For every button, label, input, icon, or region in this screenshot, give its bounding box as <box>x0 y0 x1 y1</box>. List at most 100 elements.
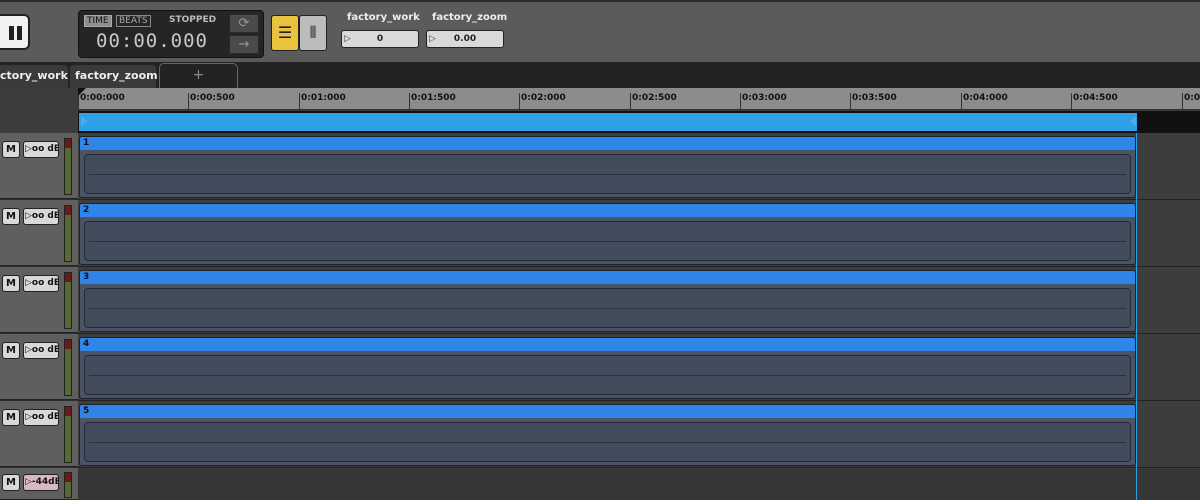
track-header: M ▷oo dB <box>0 133 78 199</box>
ruler-label: 0:02:500 <box>632 93 677 103</box>
ruler-label: 0:0 <box>1184 93 1200 103</box>
marker-value-zoom: 0.00 <box>453 34 477 44</box>
transport-clock: TIME BEATS STOPPED 00:00.000 ⟳ → <box>78 10 264 58</box>
track-header: M ▷oo dB <box>0 334 78 400</box>
level-meter <box>64 138 72 195</box>
track-header: M ▷oo dB <box>0 267 78 333</box>
peak-indicator <box>65 340 71 349</box>
peak-indicator <box>65 407 71 416</box>
level-meter <box>64 205 72 262</box>
timeline-lanes[interactable]: 1 2 3 4 5 <box>78 133 1200 500</box>
tab-factory-work[interactable]: ctory_work <box>0 65 68 88</box>
peak-indicator <box>65 473 71 482</box>
waveform <box>84 355 1131 395</box>
audio-region[interactable]: 2 <box>79 203 1136 265</box>
range-start-handle[interactable] <box>81 116 87 126</box>
ruler-label: 0:02:000 <box>521 93 566 103</box>
ruler-tick <box>188 93 189 110</box>
mute-button[interactable]: M <box>2 409 20 426</box>
region-label: 4 <box>80 338 1135 351</box>
gain-button[interactable]: ▷oo dB <box>23 409 59 426</box>
level-meter <box>64 406 72 463</box>
ruler-tick <box>1071 93 1072 110</box>
ruler-tick <box>961 93 962 110</box>
peak-indicator <box>65 206 71 215</box>
track-lane[interactable]: 3 <box>78 267 1200 334</box>
level-meter <box>64 339 72 396</box>
beats-mode-button[interactable]: BEATS <box>116 15 151 27</box>
waveform-baseline <box>89 442 1126 443</box>
track-lane[interactable]: 4 <box>78 334 1200 401</box>
daw-window: TIME BEATS STOPPED 00:00.000 ⟳ → ☰ ⦀ fac… <box>0 0 1200 500</box>
toolbar: TIME BEATS STOPPED 00:00.000 ⟳ → ☰ ⦀ fac… <box>0 0 1200 62</box>
ruler-tick <box>409 93 410 110</box>
grid-view-button[interactable]: ⦀ <box>299 15 327 51</box>
time-mode-button[interactable]: TIME <box>84 15 112 27</box>
marker-value-work: 0 <box>376 34 384 44</box>
track-header: M ▷oo dB <box>0 401 78 467</box>
time-ruler[interactable]: 0:00:000 0:00:500 0:01:000 0:01:500 0:02… <box>78 88 1200 110</box>
region-label: 5 <box>80 405 1135 418</box>
ruler-tick <box>740 93 741 110</box>
empty-track-lane[interactable] <box>78 469 1200 500</box>
mute-button[interactable]: M <box>2 208 20 225</box>
loop-range-bar[interactable] <box>78 111 1200 133</box>
ruler-label: 0:03:000 <box>742 93 787 103</box>
tab-factory-zoom[interactable]: factory_zoom <box>70 65 158 88</box>
waveform-baseline <box>89 375 1126 376</box>
audio-region[interactable]: 1 <box>79 136 1136 198</box>
play-icon: ▷ <box>344 34 351 44</box>
audio-region[interactable]: 3 <box>79 270 1136 332</box>
range-end-handle[interactable] <box>1130 116 1136 126</box>
audio-region[interactable]: 5 <box>79 404 1136 466</box>
loop-icon[interactable]: ⟳ <box>229 14 259 33</box>
gain-button[interactable]: ▷oo dB <box>23 275 59 292</box>
pause-icon <box>9 26 14 40</box>
pause-icon-bar <box>17 26 22 40</box>
level-meter <box>64 472 72 498</box>
mute-button[interactable]: M <box>2 474 20 491</box>
session-end-line <box>1136 133 1137 500</box>
track-lane[interactable]: 2 <box>78 200 1200 267</box>
mute-button[interactable]: M <box>2 141 20 158</box>
session-tabs: ctory_work factory_zoom + <box>0 62 1200 88</box>
arrow-right-icon[interactable]: → <box>229 35 259 54</box>
waveform-baseline <box>89 241 1126 242</box>
waveform <box>84 221 1131 261</box>
mute-button[interactable]: M <box>2 342 20 359</box>
ruler-label: 0:04:000 <box>963 93 1008 103</box>
audio-region[interactable]: 4 <box>79 337 1136 399</box>
playhead-marker[interactable] <box>78 88 86 96</box>
ruler-tick <box>299 93 300 110</box>
marker-label-work: factory_work <box>347 12 420 23</box>
gain-button[interactable]: ▷oo dB <box>23 141 59 158</box>
track-header: M ▷-44dB <box>0 468 78 500</box>
marker-field-zoom[interactable]: ▷ 0.00 <box>426 30 504 48</box>
level-meter <box>64 272 72 329</box>
gain-button[interactable]: ▷oo dB <box>23 208 59 225</box>
peak-indicator <box>65 139 71 148</box>
track-lane[interactable]: 5 <box>78 401 1200 468</box>
loop-range[interactable] <box>79 113 1137 131</box>
waveform <box>84 422 1131 462</box>
pause-button[interactable] <box>0 14 30 50</box>
region-label: 3 <box>80 271 1135 284</box>
ruler-tick <box>850 93 851 110</box>
mute-button[interactable]: M <box>2 275 20 292</box>
list-view-button[interactable]: ☰ <box>271 15 299 51</box>
ruler-label: 0:01:500 <box>411 93 456 103</box>
ruler-label: 0:01:000 <box>301 93 346 103</box>
waveform <box>84 154 1131 194</box>
gain-button[interactable]: ▷-44dB <box>23 474 59 491</box>
time-readout: 00:00.000 <box>96 30 208 52</box>
ruler-tick <box>1182 93 1183 110</box>
waveform <box>84 288 1131 328</box>
marker-field-work[interactable]: ▷ 0 <box>341 30 419 48</box>
gain-button[interactable]: ▷oo dB <box>23 342 59 359</box>
track-lane[interactable]: 1 <box>78 133 1200 200</box>
track-headers: M ▷oo dB M ▷oo dB M ▷oo dB M ▷oo dB M ▷o… <box>0 133 78 500</box>
track-header: M ▷oo dB <box>0 200 78 266</box>
ruler-label: 0:00:000 <box>80 93 125 103</box>
ruler-label: 0:04:500 <box>1073 93 1118 103</box>
add-tab-button[interactable]: + <box>159 63 238 88</box>
